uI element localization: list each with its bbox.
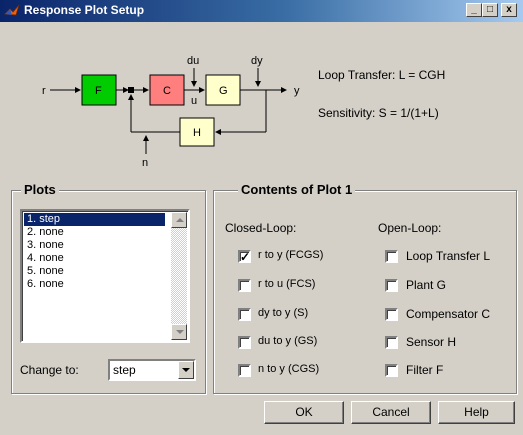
signal-n-label: n: [142, 157, 148, 168]
cancel-button[interactable]: Cancel: [351, 401, 431, 424]
sensitivity-equation: Sensitivity: S = 1/(1+L): [318, 106, 439, 120]
block-f-label: F: [95, 85, 102, 97]
checkbox-loop-transfer[interactable]: [385, 250, 398, 263]
matlab-icon: [4, 4, 20, 16]
minimize-button[interactable]: _: [466, 3, 482, 17]
plots-group: Plots 1. step 2. none 3. none 4. none 5.…: [11, 182, 206, 394]
change-to-dropdown[interactable]: step: [108, 359, 196, 381]
closed-loop-header: Closed-Loop:: [225, 221, 297, 235]
checkbox-r-to-y[interactable]: ✓: [238, 250, 251, 263]
scroll-down-button[interactable]: [171, 324, 187, 340]
checkbox-dy-to-y[interactable]: [238, 308, 251, 321]
open-loop-label: Filter F: [406, 363, 444, 377]
plots-listbox[interactable]: 1. step 2. none 3. none 4. none 5. none …: [20, 209, 190, 343]
contents-group: Contents of Plot 1 Closed-Loop: Open-Loo…: [213, 182, 517, 394]
open-loop-label: Loop Transfer L: [406, 249, 491, 263]
closed-loop-label: du to y (GS): [258, 335, 318, 347]
signal-r-label: r: [42, 85, 46, 97]
signal-dy-label: dy: [251, 55, 263, 67]
change-to-value: step: [113, 363, 136, 377]
loop-transfer-equation: Loop Transfer: L = CGH: [318, 68, 446, 82]
close-button[interactable]: x: [501, 3, 517, 17]
plot-list-item[interactable]: 6. none: [24, 278, 165, 291]
change-to-label: Change to:: [20, 363, 79, 377]
checkbox-sensor-h[interactable]: [385, 336, 398, 349]
open-loop-label: Sensor H: [406, 335, 457, 349]
block-h-label: H: [193, 127, 201, 139]
checkbox-du-to-y[interactable]: [238, 336, 251, 349]
block-diagram: r F C du u G dy y H n: [42, 55, 300, 168]
ok-button[interactable]: OK: [264, 401, 344, 424]
closed-loop-label: r to y (FCGS): [258, 249, 324, 261]
scroll-up-button[interactable]: [171, 212, 187, 228]
chevron-down-icon: [182, 368, 190, 372]
maximize-button[interactable]: □: [482, 3, 498, 17]
contents-group-title: Contents of Plot 1: [238, 182, 356, 197]
window-title: Response Plot Setup: [24, 3, 145, 17]
signal-u-label: u: [191, 95, 197, 107]
summing-junction: [128, 87, 134, 93]
open-loop-label: Plant G: [406, 278, 447, 292]
closed-loop-label: dy to y (S): [258, 307, 309, 319]
checkbox-plant-g[interactable]: [385, 279, 398, 292]
response-plot-setup-window: Response Plot Setup _ □ x r F C du u G d…: [0, 0, 523, 435]
title-bar[interactable]: Response Plot Setup _ □ x: [0, 0, 523, 22]
plot-list-item[interactable]: 2. none: [24, 226, 165, 239]
help-button[interactable]: Help: [438, 401, 515, 424]
checkbox-compensator-c[interactable]: [385, 308, 398, 321]
checkbox-r-to-u[interactable]: [238, 279, 251, 292]
dropdown-button[interactable]: [178, 361, 194, 379]
plot-list-item[interactable]: 1. step: [24, 213, 165, 226]
plot-list-item[interactable]: 5. none: [24, 265, 165, 278]
signal-du-label: du: [187, 55, 199, 67]
plot-list-item[interactable]: 3. none: [24, 239, 165, 252]
plot-list-item[interactable]: 4. none: [24, 252, 165, 265]
plots-group-title: Plots: [21, 182, 59, 197]
checkbox-filter-f[interactable]: [385, 364, 398, 377]
open-loop-header: Open-Loop:: [378, 221, 442, 235]
chevron-down-icon: [176, 330, 184, 334]
closed-loop-label: n to y (CGS): [258, 363, 320, 375]
closed-loop-label: r to u (FCS): [258, 278, 316, 290]
open-loop-label: Compensator C: [406, 307, 491, 321]
checkbox-n-to-y[interactable]: [238, 364, 251, 377]
block-c-label: C: [163, 85, 171, 97]
block-g-label: G: [219, 85, 228, 97]
signal-y-label: y: [294, 85, 300, 97]
chevron-up-icon: [176, 218, 184, 222]
plots-scrollbar[interactable]: [171, 212, 187, 340]
